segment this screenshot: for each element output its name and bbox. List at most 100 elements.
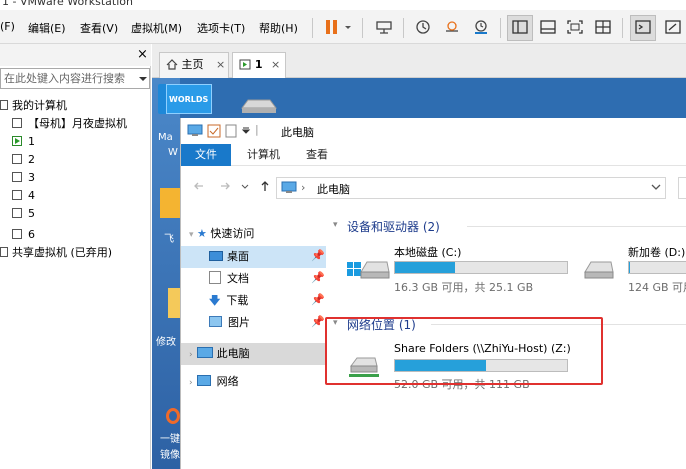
snapshot-manager-icon[interactable] <box>472 19 490 35</box>
nav-network[interactable]: › 网络 <box>189 372 239 392</box>
guest-desktop-icons: Ma W 飞 修改 一键 镜像 <box>152 78 180 469</box>
tree-vm-1[interactable]: 1 <box>12 133 35 151</box>
stretch-guest-icon[interactable] <box>664 19 682 35</box>
tree-vm-3[interactable]: 3 <box>12 169 35 187</box>
pin-icon[interactable]: 📌 <box>311 249 325 262</box>
menu-view[interactable]: 查看(V) <box>80 20 118 36</box>
library-header: × <box>0 44 151 66</box>
highlight-annotation-box <box>325 317 603 385</box>
drive-usage-fill <box>395 262 456 273</box>
checklist-icon[interactable] <box>207 124 221 141</box>
nav-label: 图片 <box>228 316 250 329</box>
drive-usage-fill <box>629 262 631 273</box>
snapshot-icon[interactable] <box>414 19 432 35</box>
menu-file[interactable]: (F) <box>0 20 15 33</box>
menu-help[interactable]: 帮助(H) <box>259 20 298 36</box>
pin-icon[interactable]: 📌 <box>311 315 325 328</box>
worlds-logo-text: WORLDS <box>169 95 209 104</box>
chevron-down-icon[interactable] <box>138 74 148 87</box>
library-close-button[interactable]: × <box>137 47 148 62</box>
tab-label: 主页 <box>181 58 204 71</box>
pin-icon[interactable]: 📌 <box>311 271 325 284</box>
nav-documents[interactable]: 文档 <box>209 269 249 289</box>
refresh-button[interactable] <box>678 177 686 199</box>
drive-d[interactable]: 新加卷 (D:) 124 GB 可用 <box>583 242 686 294</box>
vm-icon <box>12 154 22 164</box>
star-icon: ★ <box>197 227 207 240</box>
pin-icon[interactable]: 📌 <box>311 293 325 306</box>
unity-icon[interactable] <box>594 19 612 35</box>
tree-label: 我的计算机 <box>12 99 67 112</box>
desktop-app-icon[interactable] <box>166 408 180 424</box>
nav-desktop-highlight <box>181 246 326 268</box>
tree-vm-parent[interactable]: 【母机】月夜虚拟机 <box>12 115 127 133</box>
ribbon-tab-view[interactable]: 查看 <box>296 144 338 166</box>
tree-vm-4[interactable]: 4 <box>12 187 35 205</box>
documents-icon <box>209 271 221 284</box>
vm-icon <box>12 172 22 182</box>
forward-arrow-icon[interactable] <box>219 180 231 195</box>
menu-vm[interactable]: 虚拟机(M) <box>131 20 182 36</box>
document-icon[interactable] <box>225 124 237 141</box>
nav-desktop[interactable]: 桌面 <box>209 247 249 267</box>
vm-tab-bar: 主页 × 1 × <box>152 44 686 78</box>
vm-running-icon <box>12 136 22 146</box>
toolbar-separator <box>362 18 363 38</box>
desktop-label: Ma <box>158 132 173 143</box>
tree-vm-6[interactable]: 6 <box>12 226 35 244</box>
toolbar-separator <box>403 18 404 38</box>
tree-vm-5[interactable]: 5 <box>12 205 35 223</box>
pause-icon[interactable] <box>323 19 341 35</box>
address-bar[interactable]: › 此电脑 <box>276 177 666 199</box>
tab-vm-1[interactable]: 1 × <box>232 52 286 78</box>
send-keys-icon[interactable] <box>375 19 393 35</box>
back-arrow-icon[interactable] <box>193 180 205 195</box>
computer-icon <box>0 100 8 110</box>
library-search-input[interactable] <box>1 69 133 88</box>
tree-label: 2 <box>28 153 35 166</box>
drive-usage-bar <box>628 261 686 274</box>
nav-quick-access[interactable]: ▾ ★ 快速访问 <box>189 224 254 244</box>
menu-toolbar: (F) 编辑(E) 查看(V) 虚拟机(M) 选项卡(T) 帮助(H) <box>0 10 686 44</box>
desktop-folder-icon[interactable] <box>168 288 180 318</box>
ribbon-tab-file[interactable]: 文件 <box>181 144 231 166</box>
vm-icon <box>12 190 22 200</box>
fullscreen-icon[interactable] <box>566 19 584 35</box>
desktop-folder-icon[interactable] <box>160 188 180 218</box>
desktop-label: W <box>168 147 178 158</box>
tab-label: 1 <box>254 58 263 71</box>
nav-this-pc[interactable]: › 此电脑 <box>189 344 250 364</box>
desktop-label: 一键 <box>160 434 180 445</box>
chevron-down-icon[interactable] <box>343 19 353 35</box>
menu-tabs[interactable]: 选项卡(T) <box>197 20 245 36</box>
thumbnail-view-icon[interactable] <box>539 19 557 35</box>
ribbon-tab-computer[interactable]: 计算机 <box>237 144 290 166</box>
toolbar-separator <box>622 18 623 38</box>
revert-snapshot-icon[interactable] <box>443 19 461 35</box>
chevron-down-icon[interactable] <box>651 182 661 195</box>
nav-pictures[interactable]: 图片 <box>209 313 250 333</box>
tree-my-computer[interactable]: 我的计算机 <box>0 97 67 115</box>
tree-shared-vms[interactable]: 共享虚拟机 (已弃用) <box>0 244 112 262</box>
chevron-down-icon[interactable] <box>241 124 251 139</box>
tree-vm-2[interactable]: 2 <box>12 151 35 169</box>
nav-downloads[interactable]: 🡇 下载 <box>209 291 248 311</box>
tab-home[interactable]: 主页 × <box>159 52 229 78</box>
home-icon <box>166 55 178 79</box>
explorer-titlebar: | 此电脑 <box>181 118 686 144</box>
up-arrow-icon[interactable] <box>259 180 271 195</box>
explorer-ribbon: 文件 计算机 查看 <box>181 144 686 166</box>
expand-arrow-icon: › <box>189 350 193 360</box>
devices-section-header[interactable]: 设备和驱动器 (2) <box>347 218 440 235</box>
drive-space-info: 124 GB 可用 <box>628 281 686 294</box>
tab-close-button[interactable]: × <box>216 53 225 77</box>
collapse-arrow-icon[interactable]: ▾ <box>333 220 338 230</box>
menu-edit[interactable]: 编辑(E) <box>28 20 66 36</box>
worlds-logo[interactable]: WORLDS <box>166 84 212 114</box>
desktop-drive-icon[interactable] <box>238 96 278 114</box>
explorer-address-row: › 此电脑 <box>181 170 686 204</box>
recent-dropdown-icon[interactable] <box>241 180 249 195</box>
tree-label: 3 <box>28 171 35 184</box>
title-separator: | <box>255 123 259 136</box>
tab-close-button[interactable]: × <box>271 53 280 77</box>
